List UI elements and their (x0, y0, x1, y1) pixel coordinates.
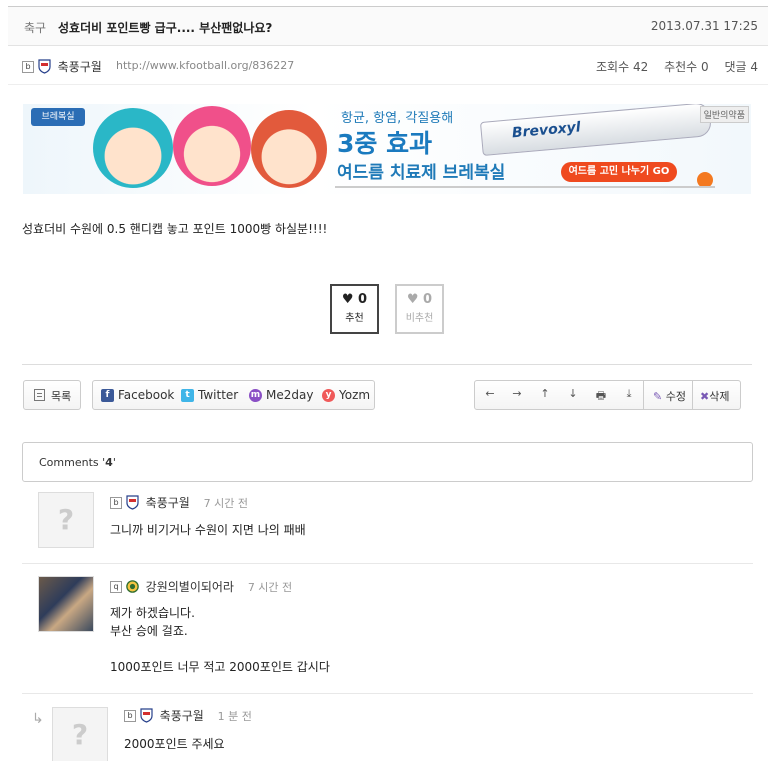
prev-arrow-icon[interactable]: ← (481, 387, 499, 400)
post-header: 축구 성효더비 포인트빵 급구.... 부산팬없나요? 2013.07.31 1… (8, 6, 768, 46)
up-arrow-icon[interactable]: ↑ (536, 387, 554, 400)
down-arrow-icon[interactable]: ↓ (564, 387, 582, 400)
comments-header: Comments '4' (22, 442, 753, 482)
comment-author-name: 축풍구월 (159, 709, 204, 723)
comments-suffix: ' (112, 456, 116, 469)
save-icon[interactable]: ⤓ (620, 387, 638, 401)
comment-time: 7 시간 전 (247, 580, 293, 594)
ad-line-2: 3중 효과 (337, 129, 433, 158)
share-facebook[interactable]: f Facebook (101, 388, 174, 402)
facebook-label: Facebook (118, 388, 175, 402)
edit-label: 수정 (665, 390, 686, 403)
recommend-label: 추천 (345, 313, 364, 324)
post-meta: b 축풍구월 http://www.kfootball.org/836227 조… (8, 47, 768, 85)
comments-title: Comments '4' (39, 456, 116, 469)
me2day-icon: m (249, 389, 262, 402)
view-count: 조회수 42 (596, 60, 649, 74)
not-recommend-button[interactable]: ♥ 0 비추천 (395, 284, 444, 334)
level-icon: b (110, 496, 122, 509)
comments-total: 4 (105, 456, 113, 469)
tools-divider (692, 381, 693, 409)
author-name: 축풍구월 (57, 60, 102, 74)
recommend-count: 추천수 0 (664, 60, 709, 74)
pencil-icon: ✎ (653, 390, 663, 403)
ad-fine-print (335, 186, 715, 188)
comment-author-name: 축풍구월 (145, 496, 190, 510)
me2day-label: Me2day (266, 388, 314, 402)
yozm-icon: y (322, 389, 335, 402)
level-icon: q (110, 580, 122, 593)
comment-item: ? b 축풍구월 7 시간 전 그니까 비기거나 수원이 지면 나의 패배 (22, 492, 753, 564)
post-stats: 조회수 42 추천수 0 댓글 4 (584, 58, 758, 75)
team-emblem-icon (126, 495, 139, 510)
share-twitter[interactable]: t Twitter (181, 388, 238, 402)
comment-time: 1 분 전 (217, 709, 252, 723)
post-category[interactable]: 축구 (24, 19, 46, 36)
comments-prefix: Comments ' (39, 456, 106, 469)
comment-divider (22, 563, 753, 564)
delete-label: 삭제 (709, 390, 730, 403)
share-yozm[interactable]: y Yozm (322, 388, 370, 402)
level-icon: b (124, 709, 136, 722)
comment-text: 2000포인트 주세요 (124, 737, 225, 751)
divider (22, 364, 752, 365)
ad-banner[interactable]: 브레복실 항균, 항염, 각질용해 3중 효과 여드름 치료제 브레복실 Bre… (23, 104, 751, 194)
not-recommend-label: 비추천 (405, 313, 434, 324)
ad-product-name: Brevoxyl (511, 119, 582, 142)
avatar-placeholder: ? (52, 707, 108, 761)
avatar-placeholder: ? (38, 492, 94, 548)
comment-author[interactable]: q 강원의별이되어라 7 시간 전 (110, 578, 292, 595)
ad-product-tube: Brevoxyl (479, 104, 713, 156)
comment-author[interactable]: b 축풍구월 7 시간 전 (110, 494, 248, 511)
ad-cta-button[interactable]: 여드름 고민 나누기 GO (561, 162, 677, 182)
post-title: 성효더비 포인트빵 급구.... 부산팬없나요? (58, 21, 273, 35)
team-emblem-icon (38, 59, 51, 74)
comment-reply-item: ↳ ? b 축풍구월 1 분 전 2000포인트 주세요 (22, 705, 753, 761)
facebook-icon: f (101, 389, 114, 402)
list-icon (34, 389, 45, 401)
share-bar: f Facebook t Twitter m Me2day y Yozm (92, 380, 375, 410)
post-author[interactable]: b 축풍구월 (22, 58, 102, 75)
print-icon[interactable]: 🖶 (592, 387, 610, 406)
comment-time: 7 시간 전 (203, 496, 249, 510)
level-icon: b (22, 60, 34, 73)
comment-text: 그니까 비기거나 수원이 지면 나의 패배 (110, 523, 306, 537)
list-label: 목록 (51, 390, 72, 403)
delete-x-icon: ✖ (700, 390, 710, 403)
team-emblem-icon (126, 580, 139, 593)
avatar-photo (38, 576, 94, 632)
comment-count: 댓글 4 (724, 60, 758, 74)
cartoon-girl-pink (173, 106, 251, 186)
ad-tag: 일반의약품 (699, 106, 749, 123)
post-tools: ← → ↑ ↓ 🖶 ⤓ ✎ 수정 ✖삭제 (474, 380, 741, 410)
cartoon-girl-teal (93, 108, 173, 188)
delete-button[interactable]: ✖삭제 (700, 388, 729, 404)
recommend-count-display: ♥ 0 (341, 292, 368, 307)
cartoon-girl-red (251, 110, 327, 188)
post-url[interactable]: http://www.kfootball.org/836227 (116, 59, 294, 72)
post-body: 성효더비 수원에 0.5 핸디캡 놓고 포인트 1000빵 하실분!!!! (22, 222, 328, 236)
share-me2day[interactable]: m Me2day (249, 388, 313, 402)
team-emblem-icon (140, 708, 153, 723)
yozm-label: Yozm (339, 388, 371, 402)
tools-divider (643, 381, 644, 409)
not-recommend-count-display: ♥ 0 (406, 292, 433, 307)
edit-button[interactable]: ✎ 수정 (653, 388, 686, 404)
twitter-icon: t (181, 389, 194, 402)
comment-text: 제가 하겠습니다. 부산 승에 걸죠. 1000포인트 너무 적고 2000포인… (110, 606, 330, 674)
next-arrow-icon[interactable]: → (508, 387, 526, 400)
post-date: 2013.07.31 17:25 (650, 19, 758, 33)
list-button[interactable]: 목록 (23, 380, 81, 410)
comment-author-name: 강원의별이되어라 (145, 580, 234, 594)
comment-author[interactable]: b 축풍구월 1 분 전 (124, 707, 252, 724)
ad-line-3: 여드름 치료제 브레복실 (337, 163, 506, 183)
ad-brand-logo: 브레복실 (31, 108, 85, 126)
recommend-button[interactable]: ♥ 0 추천 (330, 284, 379, 334)
reply-arrow-icon: ↳ (32, 711, 44, 727)
comment-divider (22, 693, 753, 694)
comment-item: q 강원의별이되어라 7 시간 전 제가 하겠습니다. 부산 승에 걸죠. 10… (22, 576, 753, 694)
twitter-label: Twitter (198, 388, 239, 402)
